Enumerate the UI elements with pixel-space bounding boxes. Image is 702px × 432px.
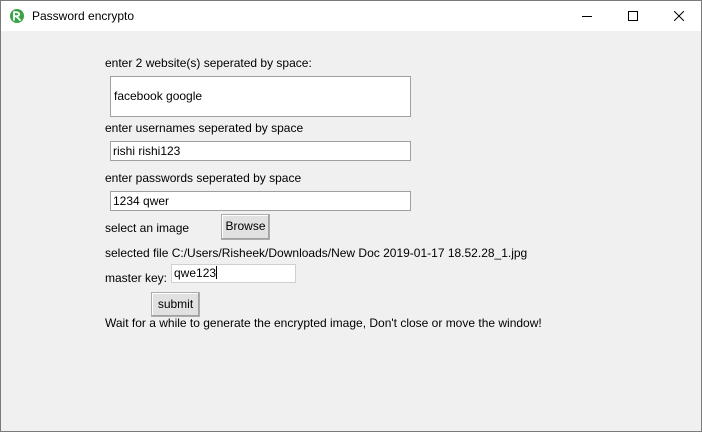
status-message: Wait for a while to generate the encrypt… <box>105 316 542 330</box>
window-title: Password encrypto <box>32 9 135 23</box>
passwords-input[interactable]: 1234 qwer <box>110 191 411 211</box>
browse-button[interactable]: Browse <box>221 214 270 240</box>
passwords-label: enter passwords seperated by space <box>105 171 302 185</box>
app-window: Password encrypto enter 2 website(s) sep… <box>0 0 702 432</box>
maximize-button[interactable] <box>610 1 656 31</box>
websites-input[interactable]: facebook google <box>110 76 411 117</box>
master-key-label: master key: <box>105 271 168 285</box>
minimize-button[interactable] <box>564 1 610 31</box>
usernames-label: enter usernames seperated by space <box>105 121 304 135</box>
submit-button[interactable]: submit <box>151 292 200 317</box>
master-key-input[interactable]: qwe123 <box>171 264 296 283</box>
python-feather-icon <box>10 9 24 23</box>
text-cursor <box>216 266 218 279</box>
title-bar[interactable]: Password encrypto <box>1 1 701 31</box>
close-button[interactable] <box>656 1 702 31</box>
passwords-input-value: 1234 qwer <box>113 194 170 208</box>
image-label: select an image <box>105 221 190 235</box>
selected-file-text: selected file C:/Users/Risheek/Downloads… <box>105 246 528 260</box>
usernames-input[interactable]: rishi rishi123 <box>110 141 411 161</box>
master-key-input-value: qwe123 <box>174 266 217 280</box>
usernames-input-value: rishi rishi123 <box>113 144 181 158</box>
minimize-icon <box>582 16 592 17</box>
maximize-icon <box>628 11 638 21</box>
websites-input-value: facebook google <box>114 89 203 103</box>
websites-label: enter 2 website(s) seperated by space: <box>105 56 312 70</box>
close-icon <box>674 11 684 21</box>
